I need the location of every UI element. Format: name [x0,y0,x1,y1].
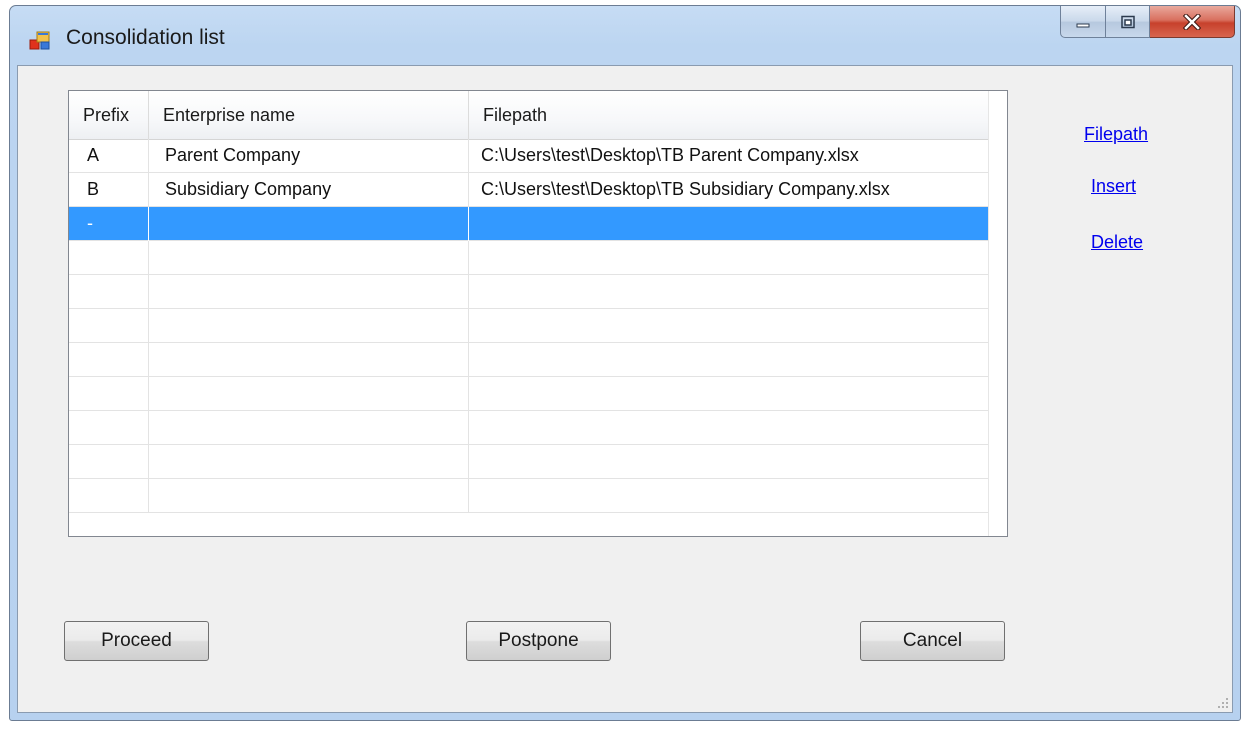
empty-row [69,479,989,513]
column-header-prefix[interactable]: Prefix [69,91,149,139]
column-header-filepath[interactable]: Filepath [469,91,989,139]
empty-cell [149,479,469,513]
empty-cell [149,241,469,275]
postpone-button[interactable]: Postpone [466,621,611,661]
empty-cell [69,445,149,479]
empty-cell [149,309,469,343]
empty-cell [469,275,989,309]
empty-cell [69,275,149,309]
empty-row [69,411,989,445]
window-controls [1060,6,1235,38]
empty-cell [149,343,469,377]
dialog-client-area: Prefix Enterprise name Filepath A Parent… [17,65,1233,713]
grid-header: Prefix Enterprise name Filepath [69,91,989,140]
app-icon [29,31,50,50]
empty-cell [149,445,469,479]
empty-cell [469,377,989,411]
empty-row [69,309,989,343]
empty-row [69,275,989,309]
grid-scroll-area [988,91,1007,536]
cell-prefix[interactable]: - [69,207,149,241]
maximize-icon [1120,15,1135,28]
empty-cell [469,479,989,513]
empty-row [69,445,989,479]
empty-row [69,343,989,377]
cell-prefix[interactable]: B [69,173,149,207]
empty-cell [69,309,149,343]
delete-link[interactable]: Delete [1091,232,1143,253]
insert-link[interactable]: Insert [1091,176,1136,197]
proceed-button[interactable]: Proceed [64,621,209,661]
empty-cell [149,275,469,309]
empty-cell [469,241,989,275]
close-button[interactable] [1150,6,1235,38]
table-row-new[interactable]: - [69,207,989,241]
cell-prefix[interactable]: A [69,139,149,173]
cell-enterprise-name[interactable]: Subsidiary Company [149,173,469,207]
empty-cell [149,377,469,411]
title-bar[interactable]: Consolidation list [10,6,1240,66]
empty-cell [69,241,149,275]
empty-cell [469,309,989,343]
column-header-enterprise-name[interactable]: Enterprise name [149,91,469,139]
empty-cell [469,343,989,377]
cell-enterprise-name[interactable]: Parent Company [149,139,469,173]
grid-body: A Parent Company C:\Users\test\Desktop\T… [69,139,989,513]
empty-row [69,377,989,411]
empty-row [69,241,989,275]
empty-cell [149,411,469,445]
resize-grip-icon[interactable] [1217,697,1229,709]
empty-cell [69,377,149,411]
table-row[interactable]: B Subsidiary Company C:\Users\test\Deskt… [69,173,989,207]
window-title: Consolidation list [66,26,225,49]
cell-enterprise-name[interactable] [149,207,469,241]
empty-cell [69,479,149,513]
cell-filepath[interactable]: C:\Users\test\Desktop\TB Parent Company.… [469,139,989,173]
empty-cell [469,411,989,445]
cell-filepath[interactable]: C:\Users\test\Desktop\TB Subsidiary Comp… [469,173,989,207]
minimize-button[interactable] [1060,6,1106,38]
consolidation-grid[interactable]: Prefix Enterprise name Filepath A Parent… [68,90,1008,537]
empty-cell [469,445,989,479]
filepath-link[interactable]: Filepath [1084,124,1148,145]
minimize-icon [1076,23,1090,27]
cancel-button[interactable]: Cancel [860,621,1005,661]
empty-cell [69,343,149,377]
close-icon [1183,13,1201,30]
maximize-button[interactable] [1106,6,1150,38]
table-row[interactable]: A Parent Company C:\Users\test\Desktop\T… [69,139,989,173]
consolidation-list-window: Consolidation list Prefix Enterprise nam… [9,5,1241,721]
cell-filepath[interactable] [469,207,989,241]
empty-cell [69,411,149,445]
